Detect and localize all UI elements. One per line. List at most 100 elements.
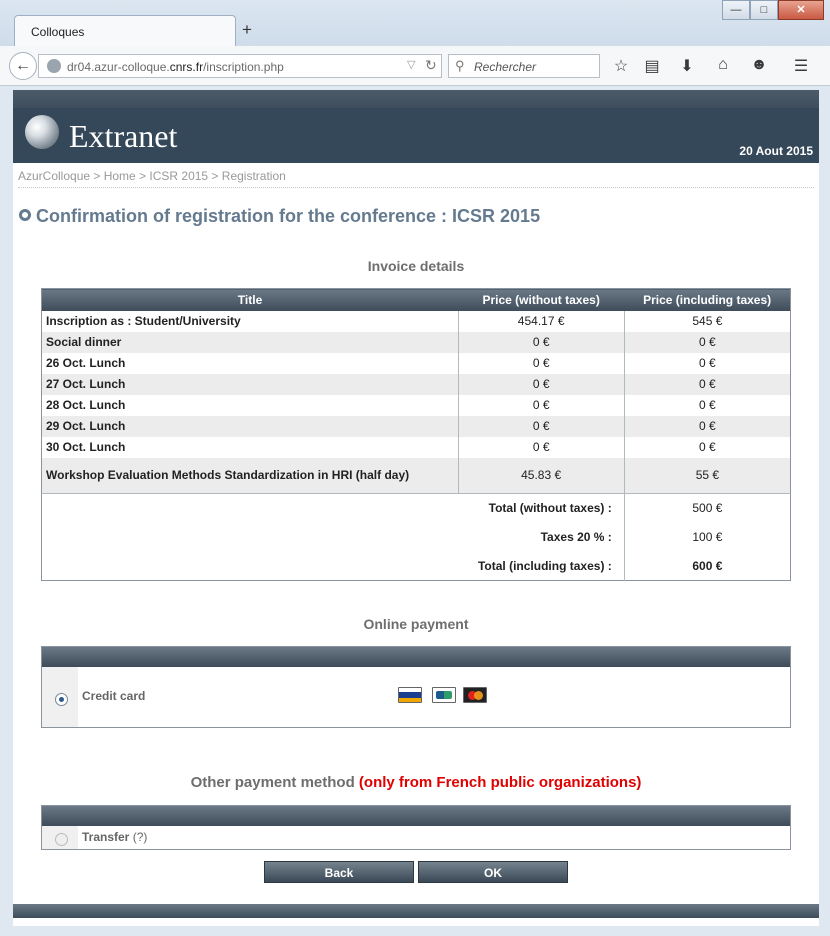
table-row: 29 Oct. Lunch 0 € 0 € bbox=[41, 415, 791, 437]
total-row: Taxes 20 % : 100 € bbox=[41, 522, 791, 552]
row-title: 29 Oct. Lunch bbox=[41, 415, 459, 437]
reload-icon[interactable]: ↻ bbox=[425, 57, 437, 74]
credit-card-label: Credit card bbox=[82, 689, 146, 703]
row-price-including-taxes: 0 € bbox=[623, 415, 791, 437]
close-window-button[interactable]: ✕ bbox=[778, 0, 824, 20]
back-arrow-icon[interactable]: ← bbox=[9, 52, 37, 80]
invoice-section-title: Invoice details bbox=[367, 258, 465, 274]
transfer-help-link[interactable]: (?) bbox=[133, 830, 148, 844]
online-payment-title: Online payment bbox=[363, 616, 469, 632]
payment-option-transfer[interactable]: Transfer (?) bbox=[42, 826, 790, 849]
other-payment-header-bar bbox=[42, 806, 790, 826]
other-payment-box: Transfer (?) bbox=[41, 805, 791, 850]
url-text: dr04.azur-colloque.cnrs.fr/inscription.p… bbox=[67, 60, 284, 74]
ok-button[interactable]: OK bbox=[418, 861, 568, 883]
row-price-including-taxes: 0 € bbox=[623, 436, 791, 458]
browser-navbar: ← dr04.azur-colloque.cnrs.fr/inscription… bbox=[0, 46, 830, 86]
row-title: 26 Oct. Lunch bbox=[46, 356, 126, 370]
home-icon[interactable]: ⌂ bbox=[712, 56, 734, 74]
row-title: 30 Oct. Lunch bbox=[46, 440, 126, 454]
transfer-radio[interactable] bbox=[55, 833, 68, 846]
browser-tab[interactable]: Colloques bbox=[14, 15, 236, 46]
row-price-without-taxes: 454.17 € bbox=[457, 310, 625, 332]
minimize-button[interactable]: — bbox=[722, 0, 750, 20]
page-content: Extranet 20 Aout 2015 AzurColloque > Hom… bbox=[13, 90, 819, 926]
credit-card-radio[interactable] bbox=[55, 693, 68, 706]
dropdown-arrow-icon[interactable]: ▽ bbox=[407, 58, 415, 71]
table-row: Inscription as : Student/University 454.… bbox=[42, 310, 791, 332]
new-tab-button[interactable]: + bbox=[242, 20, 252, 40]
back-button[interactable]: Back bbox=[264, 861, 414, 883]
total-row: Total (without taxes) : 500 € bbox=[41, 493, 791, 523]
address-bar[interactable]: dr04.azur-colloque.cnrs.fr/inscription.p… bbox=[38, 54, 442, 78]
header-date: 20 Aout 2015 bbox=[739, 144, 813, 158]
total-label: Total (without taxes) : bbox=[41, 493, 625, 523]
table-row: 26 Oct. Lunch 0 € 0 € bbox=[42, 352, 791, 374]
search-placeholder: Rechercher bbox=[474, 60, 537, 74]
invoice-table: Title Price (without taxes) Price (inclu… bbox=[41, 288, 791, 581]
row-price-without-taxes: 0 € bbox=[457, 394, 625, 416]
header-band bbox=[13, 90, 819, 108]
total-value: 600 € bbox=[623, 551, 791, 581]
row-title: 28 Oct. Lunch bbox=[46, 398, 126, 412]
visa-icon bbox=[398, 687, 422, 703]
row-title: Workshop Evaluation Methods Standardizat… bbox=[41, 457, 459, 494]
column-header-price-including-taxes: Price (including taxes) bbox=[624, 288, 791, 311]
online-payment-header-bar bbox=[42, 647, 790, 667]
transfer-label: Transfer (?) bbox=[82, 830, 148, 844]
emoji-icon[interactable]: ☻ bbox=[748, 56, 770, 74]
table-row: 30 Oct. Lunch 0 € 0 € bbox=[42, 436, 791, 458]
row-price-without-taxes: 0 € bbox=[457, 373, 625, 395]
window-controls: — □ ✕ bbox=[722, 0, 824, 20]
browser-tabstrip: Colloques + — □ ✕ bbox=[0, 0, 830, 46]
column-header-price-without-taxes: Price (without taxes) bbox=[458, 288, 625, 311]
table-row: 28 Oct. Lunch 0 € 0 € bbox=[42, 394, 791, 416]
page-title: Confirmation of registration for the con… bbox=[19, 206, 540, 227]
row-price-including-taxes: 545 € bbox=[623, 310, 791, 332]
globe-logo-icon bbox=[25, 115, 59, 149]
row-title: Inscription as : Student/University bbox=[46, 314, 241, 328]
row-price-including-taxes: 55 € bbox=[623, 457, 791, 494]
row-price-including-taxes: 0 € bbox=[623, 352, 791, 374]
row-price-including-taxes: 0 € bbox=[623, 394, 791, 416]
table-row: Workshop Evaluation Methods Standardizat… bbox=[41, 457, 791, 494]
site-footer-bar bbox=[13, 904, 819, 918]
row-price-including-taxes: 0 € bbox=[623, 331, 791, 353]
total-label: Taxes 20 % : bbox=[41, 522, 625, 552]
online-payment-box: Credit card bbox=[41, 646, 791, 728]
row-price-without-taxes: 0 € bbox=[457, 436, 625, 458]
row-price-without-taxes: 0 € bbox=[457, 415, 625, 437]
total-label: Total (including taxes) : bbox=[41, 551, 625, 581]
star-icon[interactable]: ☆ bbox=[610, 56, 632, 76]
download-icon[interactable]: ⬇ bbox=[676, 56, 698, 76]
total-row: Total (including taxes) : 600 € bbox=[41, 551, 791, 581]
row-price-without-taxes: 0 € bbox=[457, 352, 625, 374]
column-header-title: Title bbox=[41, 288, 459, 311]
site-logo-text: Extranet bbox=[69, 118, 178, 154]
other-payment-note: (only from French public organizations) bbox=[358, 774, 642, 791]
row-title: 27 Oct. Lunch bbox=[41, 373, 459, 395]
mastercard-icon bbox=[463, 687, 487, 703]
reading-list-icon[interactable]: ▤ bbox=[641, 56, 663, 76]
row-price-without-taxes: 0 € bbox=[457, 331, 625, 353]
row-price-without-taxes: 45.83 € bbox=[457, 457, 625, 494]
table-row: 27 Oct. Lunch 0 € 0 € bbox=[41, 373, 791, 395]
maximize-button[interactable]: □ bbox=[750, 0, 778, 20]
row-title: Social dinner bbox=[41, 331, 459, 353]
table-row: Social dinner 0 € 0 € bbox=[41, 331, 791, 353]
tab-title: Colloques bbox=[31, 25, 85, 39]
breadcrumb[interactable]: AzurColloque > Home > ICSR 2015 > Regist… bbox=[18, 169, 286, 183]
cb-icon bbox=[432, 687, 456, 703]
payment-option-credit-card[interactable]: Credit card bbox=[42, 667, 790, 727]
total-value: 500 € bbox=[623, 493, 791, 523]
divider bbox=[18, 187, 814, 188]
site-header: Extranet 20 Aout 2015 bbox=[13, 90, 819, 163]
globe-icon bbox=[47, 59, 61, 73]
search-icon: ⚲ bbox=[455, 58, 465, 73]
search-input[interactable]: ⚲ Rechercher bbox=[448, 54, 600, 78]
bullet-icon bbox=[19, 209, 31, 221]
total-value: 100 € bbox=[623, 522, 791, 552]
menu-icon[interactable]: ☰ bbox=[790, 56, 812, 76]
row-price-including-taxes: 0 € bbox=[623, 373, 791, 395]
other-payment-title: Other payment method (only from French p… bbox=[190, 774, 642, 791]
